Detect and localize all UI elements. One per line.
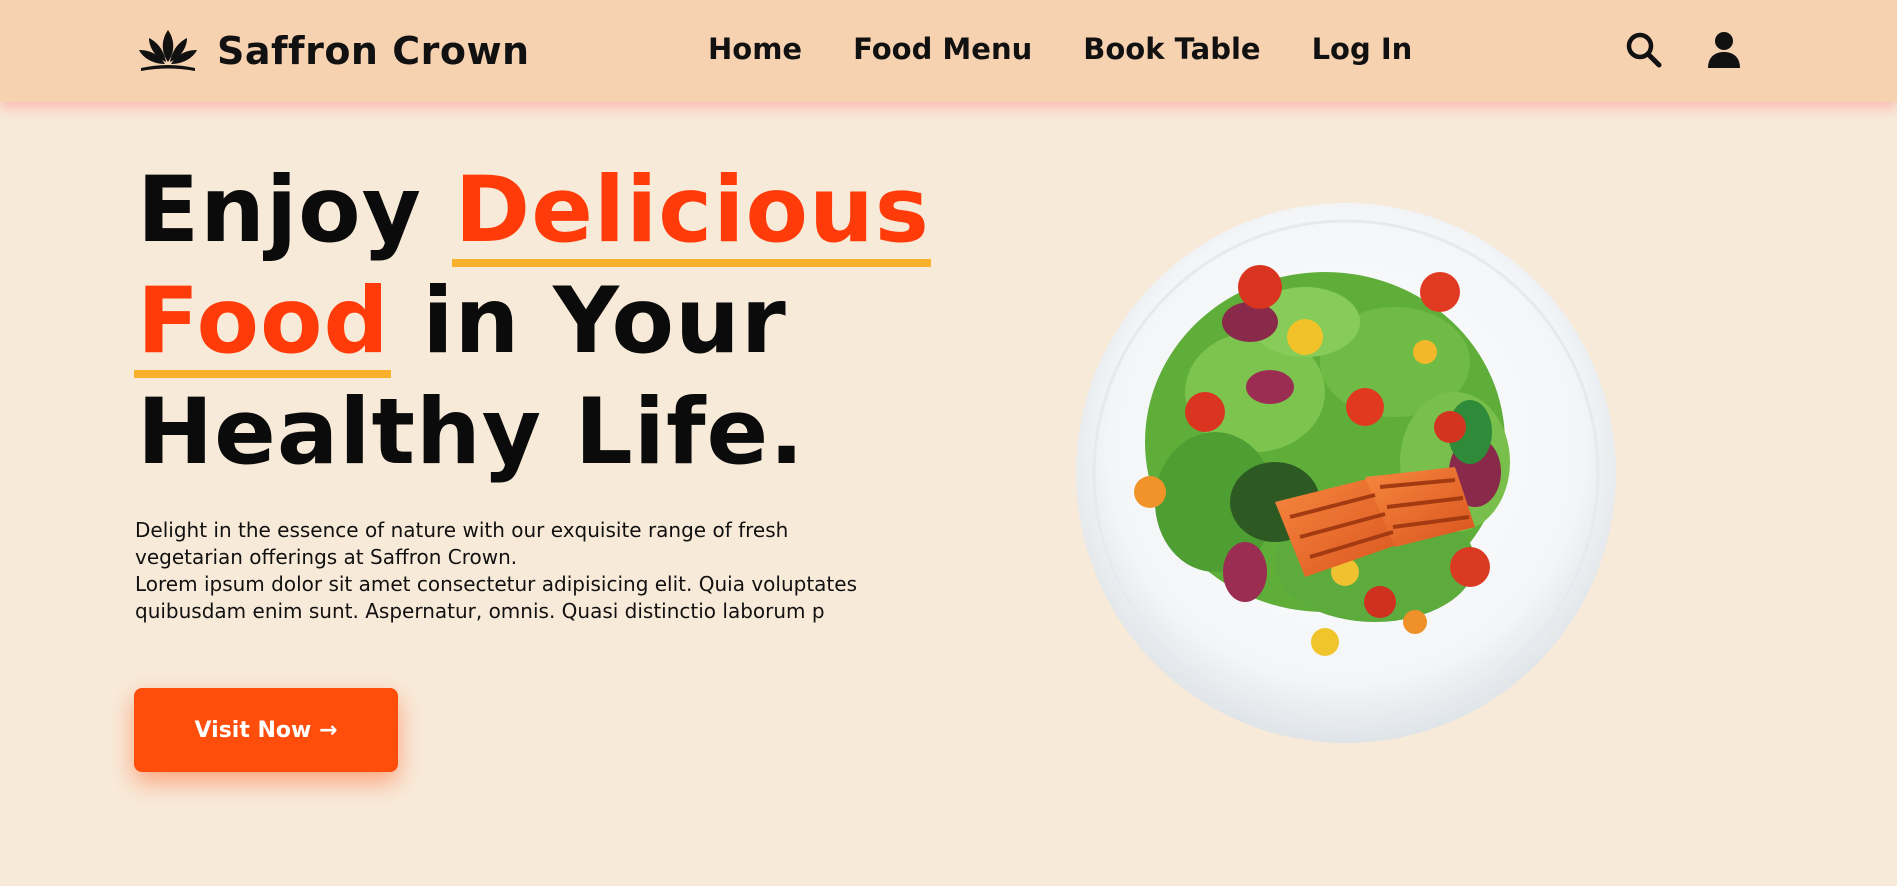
hero-title-highlight-delicious: Delicious [451, 155, 932, 267]
hero-description-line: Delight in the essence of nature with ou… [135, 518, 789, 542]
hero-description-line: quibusdam enim sunt. Aspernatur, omnis. … [135, 599, 825, 623]
hero-title-mid: in Your [422, 269, 787, 374]
navbar: Saffron Crown Home Food Menu Book Table … [0, 0, 1897, 102]
search-button[interactable] [1624, 30, 1664, 70]
hero-title-line-3: Healthy Life. [137, 380, 805, 485]
arrow-right-icon: → [319, 717, 338, 743]
search-icon [1626, 32, 1662, 68]
salmon-salad-image [1076, 203, 1616, 743]
hero-description-line: vegetarian offerings at Saffron Crown. [135, 545, 518, 569]
brand-logo[interactable]: Saffron Crown [137, 28, 530, 74]
user-account-button[interactable] [1704, 30, 1744, 70]
nav-food-menu-link[interactable]: Food Menu [853, 32, 1032, 66]
hero-title-highlight-food: Food [134, 266, 391, 378]
nav-home-link[interactable]: Home [708, 32, 802, 66]
hero-description: Delight in the essence of nature with ou… [135, 517, 935, 625]
main-nav: Home Food Menu Book Table Log In [708, 32, 1412, 66]
user-icon [1708, 32, 1740, 68]
visit-now-label: Visit Now [194, 717, 312, 743]
hero-title: Enjoy Delicious Food in Your Healthy Lif… [134, 155, 1017, 488]
hero-title-word: Enjoy [137, 158, 422, 263]
nav-login-link[interactable]: Log In [1312, 32, 1413, 66]
hero-description-line: Lorem ipsum dolor sit amet consectetur a… [135, 572, 857, 596]
nav-book-table-link[interactable]: Book Table [1083, 32, 1260, 66]
brand-name: Saffron Crown [217, 29, 530, 73]
lotus-icon [139, 30, 197, 71]
visit-now-button[interactable]: Visit Now → [134, 688, 398, 772]
